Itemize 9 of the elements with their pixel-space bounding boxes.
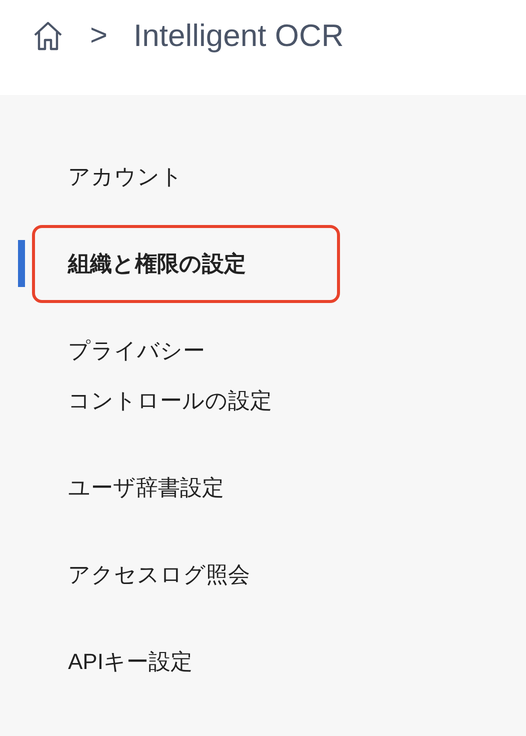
sidebar-item[interactable]: ユーザ辞書設定: [32, 448, 340, 526]
sidebar-item[interactable]: アクセスログ照会: [32, 536, 340, 614]
breadcrumb-title: Intelligent OCR: [134, 20, 344, 51]
home-icon[interactable]: [32, 20, 64, 52]
sidebar-item[interactable]: 組織と権限の設定: [32, 224, 340, 302]
sidebar-item[interactable]: プライバシー コントロールの設定: [32, 312, 340, 440]
sidebar-item[interactable]: アカウント: [32, 138, 340, 216]
sidebar-item[interactable]: APIキー設定: [32, 622, 340, 700]
breadcrumb-separator: >: [90, 20, 108, 50]
